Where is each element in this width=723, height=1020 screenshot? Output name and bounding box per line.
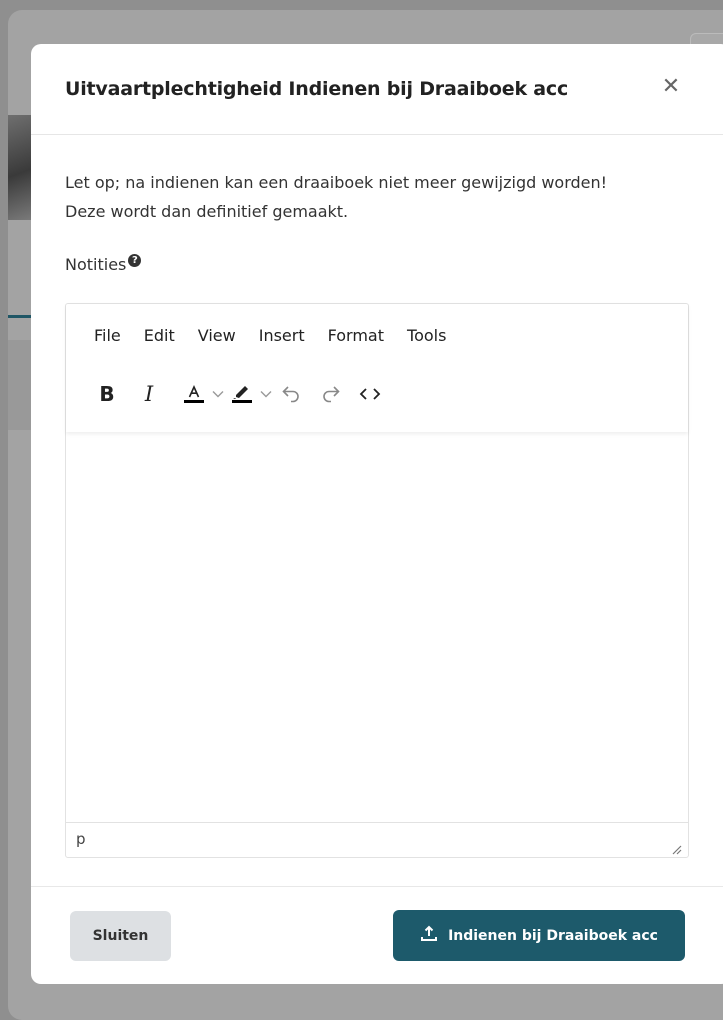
notice-line-2: Deze wordt dan definitief gemaakt.: [65, 202, 349, 221]
editor-toolbar: B I: [96, 382, 382, 406]
menu-edit[interactable]: Edit: [144, 326, 175, 345]
dialog-notice: Let op; na indienen kan een draaiboek ni…: [65, 168, 685, 226]
notes-label: Notities?: [65, 254, 142, 274]
source-code-icon[interactable]: [358, 382, 382, 406]
rich-text-editor: File Edit View Insert Format Tools B I p: [65, 303, 689, 858]
submit-button[interactable]: Indienen bij Draaiboek acc: [393, 910, 685, 961]
element-path[interactable]: p: [76, 830, 86, 848]
bold-button[interactable]: B: [96, 382, 118, 406]
submit-dialog: Uitvaartplechtigheid Indienen bij Draaib…: [31, 44, 723, 984]
menu-file[interactable]: File: [94, 326, 121, 345]
chevron-down-icon[interactable]: [212, 382, 224, 406]
menu-tools[interactable]: Tools: [407, 326, 446, 345]
help-icon[interactable]: ?: [128, 254, 142, 267]
background-band: [8, 340, 32, 430]
resize-handle-icon[interactable]: [670, 840, 682, 855]
editor-menubar: File Edit View Insert Format Tools: [94, 326, 469, 345]
submit-button-label: Indienen bij Draaiboek acc: [448, 927, 658, 944]
menu-insert[interactable]: Insert: [259, 326, 305, 345]
editor-statusbar: p: [66, 822, 688, 857]
dialog-title: Uitvaartplechtigheid Indienen bij Draaib…: [65, 78, 569, 100]
redo-icon[interactable]: [320, 382, 342, 406]
close-icon[interactable]: ✕: [659, 75, 683, 99]
close-button[interactable]: Sluiten: [70, 911, 171, 961]
menu-format[interactable]: Format: [328, 326, 384, 345]
chevron-down-icon[interactable]: [260, 382, 272, 406]
editor-header: File Edit View Insert Format Tools B I: [66, 304, 688, 432]
notice-line-1: Let op; na indienen kan een draaiboek ni…: [65, 173, 608, 192]
upload-icon: [420, 925, 438, 947]
menu-view[interactable]: View: [198, 326, 236, 345]
notes-label-text: Notities: [65, 255, 127, 274]
background-photo: [8, 115, 32, 220]
dialog-footer: Sluiten Indienen bij Draaiboek acc: [31, 886, 723, 985]
editor-content-area[interactable]: [66, 434, 688, 822]
highlight-color-icon[interactable]: [230, 382, 254, 406]
dialog-header: Uitvaartplechtigheid Indienen bij Draaib…: [31, 44, 723, 135]
background-tab-indicator: [8, 315, 32, 318]
undo-icon[interactable]: [280, 382, 302, 406]
italic-button[interactable]: I: [142, 382, 156, 406]
text-color-icon[interactable]: [182, 382, 206, 406]
